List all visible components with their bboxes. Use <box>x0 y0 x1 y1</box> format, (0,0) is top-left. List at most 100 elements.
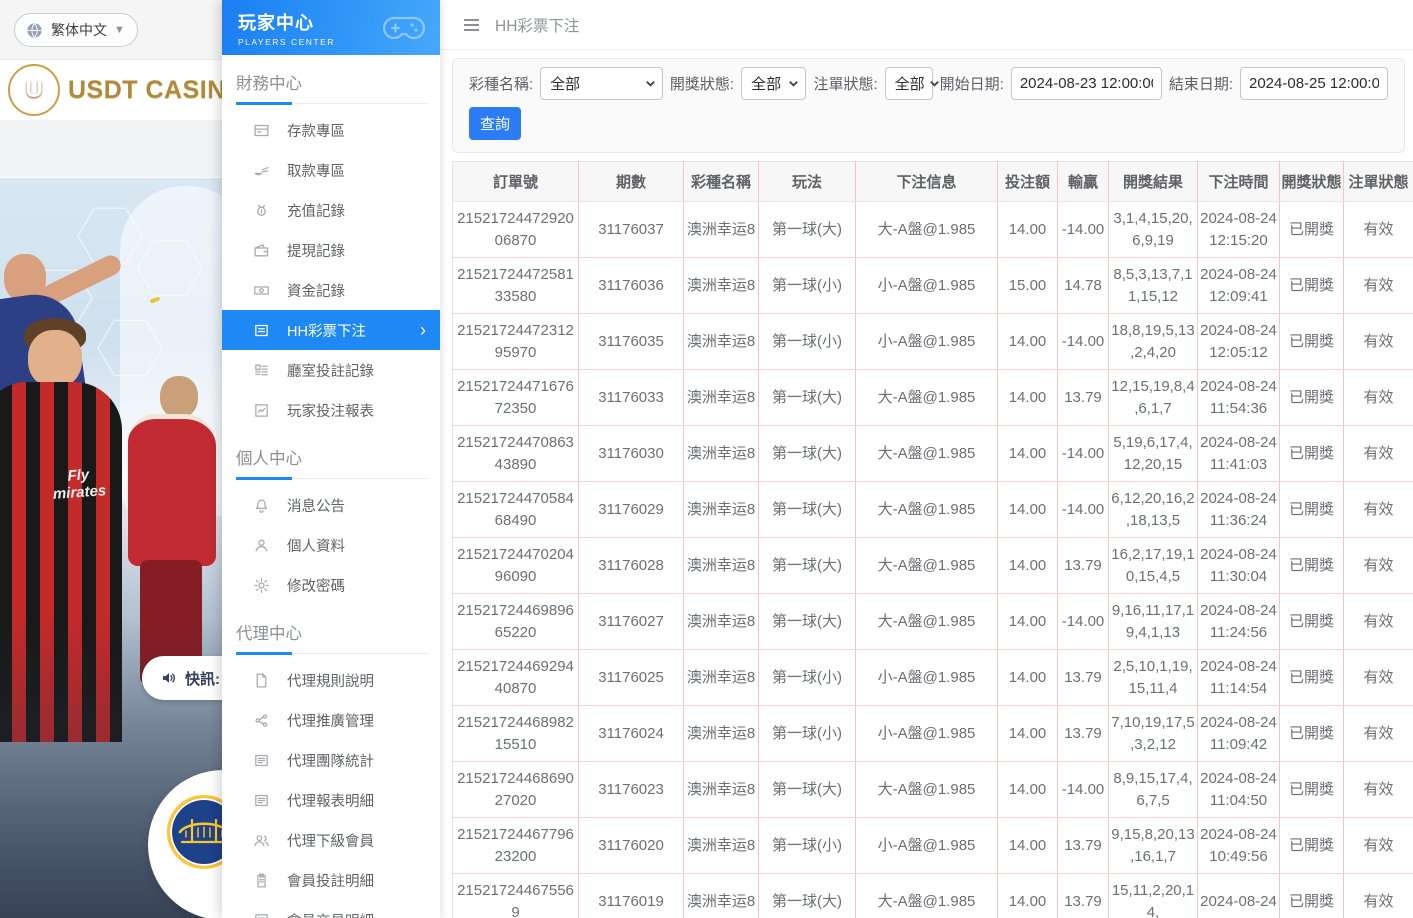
table-column-header: 輸贏 <box>1058 162 1109 202</box>
cell-lottery-name: 澳洲幸运8 <box>684 426 759 482</box>
table-row: 2152172446779623200 31176020 澳洲幸运8 第一球(小… <box>453 818 1413 874</box>
table-row: 2152172447167672350 31176033 澳洲幸运8 第一球(大… <box>453 370 1413 426</box>
cell-order-status: 有效 <box>1344 482 1413 538</box>
cell-draw-status: 已開獎 <box>1280 258 1344 314</box>
sidebar-item[interactable]: 消息公告 <box>222 485 440 525</box>
sidebar-item[interactable]: 提現記錄 <box>222 230 440 270</box>
cell-draw-result: 6,12,20,16,2,18,13,5 <box>1109 482 1198 538</box>
table-column-header: 玩法 <box>759 162 856 202</box>
sidebar-item-icon <box>253 122 270 139</box>
cell-draw-status: 已開獎 <box>1280 202 1344 258</box>
sidebar-item-icon <box>253 872 270 889</box>
end-date-input[interactable] <box>1240 67 1388 100</box>
cell-order-status: 有效 <box>1344 650 1413 706</box>
cell-play-type: 第一球(小) <box>759 314 856 370</box>
table-column-header: 訂單號 <box>453 162 579 202</box>
sidebar-item[interactable]: 存款專區 <box>222 110 440 150</box>
cell-bet-amount: 14.00 <box>998 706 1058 762</box>
cell-order-status: 有效 <box>1344 426 1413 482</box>
sidebar-item-label: 代理推廣管理 <box>287 710 374 731</box>
site-topbar: 繁体中文 ▼ <box>0 0 222 60</box>
search-button[interactable]: 查詢 <box>469 107 521 140</box>
sidebar-item[interactable]: 取款專區 <box>222 150 440 190</box>
chevron-down-icon <box>788 78 799 89</box>
sidebar-item[interactable]: 個人資料 <box>222 525 440 565</box>
sidebar-item[interactable]: 代理推廣管理 <box>222 700 440 740</box>
sidebar-item[interactable]: 會員投註明細 <box>222 860 440 900</box>
cell-bet-time: 2024-08-24 10:49:56 <box>1198 818 1280 874</box>
lottery-type-select[interactable]: 全部 <box>540 67 663 100</box>
cell-play-type: 第一球(小) <box>759 650 856 706</box>
sidebar-item-icon <box>253 282 270 299</box>
cell-draw-status: 已開獎 <box>1280 482 1344 538</box>
sidebar-item[interactable]: 充值記錄 <box>222 190 440 230</box>
sidebar-item-label: 代理報表明細 <box>287 790 374 811</box>
cell-lottery-name: 澳洲幸运8 <box>684 818 759 874</box>
sidebar-item-icon <box>253 402 270 419</box>
table-column-header: 下注信息 <box>856 162 998 202</box>
sidebar-item[interactable]: 代理團隊統計 <box>222 740 440 780</box>
cell-bet-time: 2024-08-24 11:30:04 <box>1198 538 1280 594</box>
cell-win-loss: -14.00 <box>1058 594 1109 650</box>
cell-bet-info: 大-A盤@1.985 <box>856 874 998 918</box>
cell-draw-status: 已開獎 <box>1280 650 1344 706</box>
player-head <box>160 376 198 418</box>
sidebar-item[interactable]: 代理報表明細 <box>222 780 440 820</box>
cell-draw-result: 8,9,15,17,4,6,7,5 <box>1109 762 1198 818</box>
cell-draw-result: 7,10,19,17,5,3,2,12 <box>1109 706 1198 762</box>
player-center-sidebar: 玩家中心 PLAYERS CENTER 財務中心 存款專區 <box>222 0 440 918</box>
draw-status-select[interactable]: 全部 <box>741 67 806 100</box>
sidebar-section-heading: 個人中心 <box>236 430 428 479</box>
table-row: 2152172446929440870 31176025 澳洲幸运8 第一球(小… <box>453 650 1413 706</box>
cell-draw-status: 已開獎 <box>1280 818 1344 874</box>
sidebar-item[interactable]: HH彩票下注 › <box>222 310 440 350</box>
cell-period: 31176036 <box>579 258 684 314</box>
cell-bet-info: 大-A盤@1.985 <box>856 594 998 650</box>
filter-panel: 彩種名稱: 全部 開獎狀態: 全部 注單狀態: 全部 開始日期: 結束日期: <box>452 58 1405 153</box>
cell-lottery-name: 澳洲幸运8 <box>684 258 759 314</box>
cell-bet-amount: 14.00 <box>998 818 1058 874</box>
chevron-down-icon <box>929 78 940 89</box>
cell-bet-info: 小-A盤@1.985 <box>856 706 998 762</box>
sidebar-item-icon <box>253 672 270 689</box>
news-ticker-label: 快訊: <box>185 668 220 689</box>
cell-order-status: 有效 <box>1344 314 1413 370</box>
cell-lottery-name: 澳洲幸运8 <box>684 202 759 258</box>
language-selector[interactable]: 繁体中文 ▼ <box>14 13 138 47</box>
cell-win-loss: 14.78 <box>1058 258 1109 314</box>
site-logo[interactable]: U USDT CASINO <box>0 60 222 120</box>
cell-draw-status: 已開獎 <box>1280 538 1344 594</box>
sidebar-header: 玩家中心 PLAYERS CENTER <box>222 0 440 55</box>
cell-order-status: 有效 <box>1344 370 1413 426</box>
cell-win-loss: -14.00 <box>1058 314 1109 370</box>
cell-bet-amount: 14.00 <box>998 762 1058 818</box>
cell-win-loss: -14.00 <box>1058 762 1109 818</box>
sidebar-item-icon <box>253 792 270 809</box>
cell-bet-info: 大-A盤@1.985 <box>856 202 998 258</box>
sidebar-item[interactable]: 代理下級會員 <box>222 820 440 860</box>
sidebar-item-label: 玩家投注報表 <box>287 400 374 421</box>
cell-period: 31176027 <box>579 594 684 650</box>
cell-order-status: 有效 <box>1344 258 1413 314</box>
sidebar-item[interactable]: 代理規則說明 <box>222 660 440 700</box>
sidebar-item[interactable]: 會員交易明細 <box>222 900 440 918</box>
menu-toggle-icon[interactable] <box>460 15 483 35</box>
cell-bet-amount: 14.00 <box>998 594 1058 650</box>
cell-lottery-name: 澳洲幸运8 <box>684 650 759 706</box>
sidebar-item[interactable]: 玩家投注報表 <box>222 390 440 430</box>
cell-win-loss: -14.00 <box>1058 482 1109 538</box>
start-date-input[interactable] <box>1011 67 1162 100</box>
sidebar-item-label: 代理下級會員 <box>287 830 374 851</box>
cell-lottery-name: 澳洲幸运8 <box>684 874 759 918</box>
sidebar-item[interactable]: 資金記錄 <box>222 270 440 310</box>
sidebar-subtitle: PLAYERS CENTER <box>238 37 335 47</box>
cell-order-no: 2152172447020496090 <box>453 538 579 594</box>
cell-period: 31176037 <box>579 202 684 258</box>
gamepad-icon <box>382 12 426 44</box>
sidebar-item[interactable]: 廳室投註記錄 <box>222 350 440 390</box>
order-status-select[interactable]: 全部 <box>885 67 933 100</box>
sidebar-section-heading: 代理中心 <box>236 605 428 654</box>
sidebar-item[interactable]: 修改密碼 <box>222 565 440 605</box>
table-column-header: 投注額 <box>998 162 1058 202</box>
table-row: 2152172446869027020 31176023 澳洲幸运8 第一球(大… <box>453 762 1413 818</box>
